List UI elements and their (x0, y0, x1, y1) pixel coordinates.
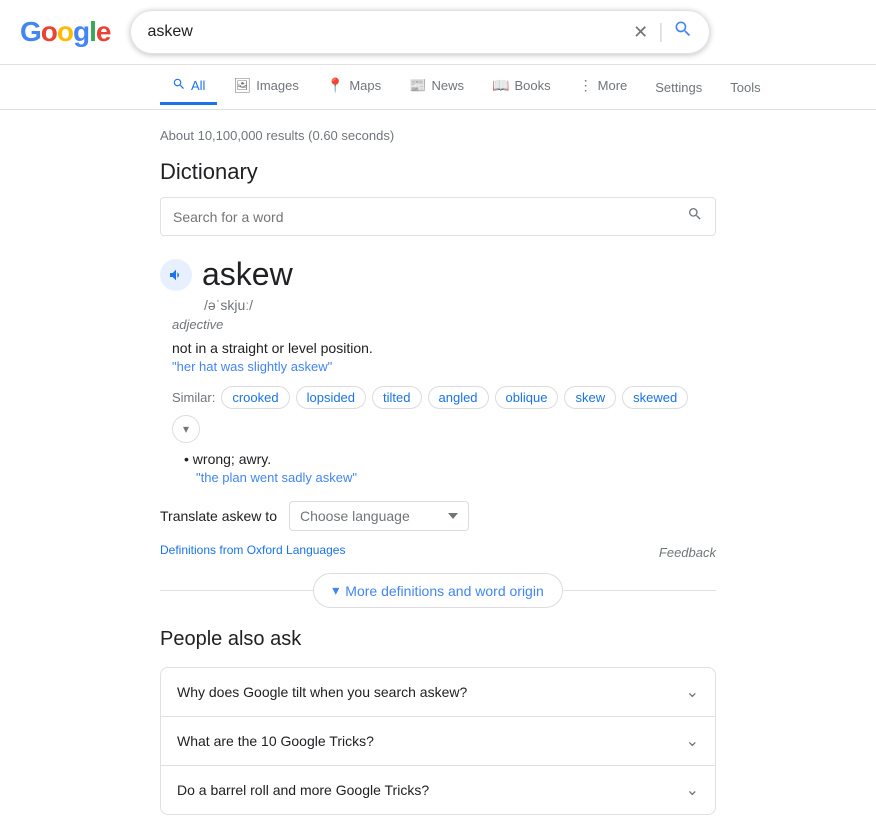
tab-images-label: Images (256, 78, 299, 93)
oxford-link[interactable]: Oxford Languages (247, 543, 346, 557)
tab-all[interactable]: All (160, 69, 217, 105)
paa-question-2[interactable]: What are the 10 Google Tricks? ⌄ (161, 717, 715, 765)
search-input[interactable]: askew (147, 23, 633, 41)
more-definitions-row: ▾ More definitions and word origin (160, 573, 716, 608)
maps-tab-icon: 📍 (327, 77, 344, 94)
word-header: askew (160, 256, 716, 293)
people-also-ask-section: People also ask Why does Google tilt whe… (160, 628, 716, 815)
paa-item-2[interactable]: What are the 10 Google Tricks? ⌄ (161, 717, 715, 766)
word-title: askew (202, 256, 293, 293)
paa-question-2-text: What are the 10 Google Tricks? (177, 733, 374, 749)
tab-books-label: Books (515, 78, 551, 93)
paa-question-1-text: Why does Google tilt when you search ask… (177, 684, 467, 700)
tab-news[interactable]: 📰 News (397, 69, 476, 105)
similar-chip-lopsided[interactable]: lopsided (296, 386, 366, 409)
images-tab-icon: 🖼 (233, 77, 251, 94)
dictionary-section: Dictionary askew /əˈskjuː/ adjective not… (160, 159, 716, 608)
tab-more-label: More (598, 78, 628, 93)
header: Google askew ✕ | (0, 0, 876, 65)
settings-link[interactable]: Settings (643, 72, 714, 103)
audio-button[interactable] (160, 259, 192, 291)
nav-tabs: All 🖼 Images 📍 Maps 📰 News 📖 Books ⋮ Mor… (0, 65, 876, 110)
attribution-row: Definitions from Oxford Languages Feedba… (160, 543, 716, 565)
logo-letter-o1: o (41, 16, 57, 47)
more-definitions-button[interactable]: ▾ More definitions and word origin (313, 573, 562, 608)
dictionary-title: Dictionary (160, 159, 716, 185)
definition-1-example: "her hat was slightly askew" (172, 359, 716, 374)
definition-2-example: "the plan went sadly askew" (196, 470, 716, 485)
dictionary-search-icon (687, 206, 703, 227)
translate-row: Translate askew to Choose language Spani… (160, 501, 716, 531)
feedback-link[interactable]: Feedback (659, 545, 716, 560)
pronunciation: /əˈskjuː/ (204, 297, 716, 313)
dictionary-search-input[interactable] (173, 209, 687, 225)
similar-words-row: Similar: crooked lopsided tilted angled … (172, 386, 716, 443)
similar-chip-oblique[interactable]: oblique (495, 386, 559, 409)
divider-icon: | (658, 21, 663, 44)
feedback-row: Feedback (659, 545, 716, 560)
definition-2-text: wrong; awry. (184, 451, 716, 467)
paa-list: Why does Google tilt when you search ask… (160, 667, 716, 815)
settings-label: Settings (655, 80, 702, 95)
clear-icon[interactable]: ✕ (633, 22, 648, 43)
definition-2: wrong; awry. "the plan went sadly askew" (184, 451, 716, 485)
logo-letter-e: e (96, 16, 111, 47)
paa-question-3-text: Do a barrel roll and more Google Tricks? (177, 782, 429, 798)
paa-question-3[interactable]: Do a barrel roll and more Google Tricks?… (161, 766, 715, 814)
tab-images[interactable]: 🖼 Images (221, 69, 310, 105)
more-defs-chevron: ▾ (332, 582, 339, 599)
tab-news-label: News (432, 78, 465, 93)
tab-all-label: All (191, 78, 205, 93)
paa-item-1[interactable]: Why does Google tilt when you search ask… (161, 668, 715, 717)
paa-chevron-1: ⌄ (686, 682, 699, 702)
definitions: not in a straight or level position. "he… (172, 340, 716, 485)
definitions-from-label: Definitions from (160, 543, 247, 557)
expand-similar-button[interactable]: ▾ (172, 415, 200, 443)
tools-label: Tools (730, 80, 760, 95)
results-count: About 10,100,000 results (0.60 seconds) (160, 128, 716, 143)
similar-chip-crooked[interactable]: crooked (221, 386, 289, 409)
similar-chip-skewed[interactable]: skewed (622, 386, 688, 409)
definition-1: not in a straight or level position. "he… (172, 340, 716, 374)
paa-item-3[interactable]: Do a barrel roll and more Google Tricks?… (161, 766, 715, 814)
search-submit-icon[interactable] (673, 19, 693, 45)
definition-1-text: not in a straight or level position. (172, 340, 716, 356)
main-content: About 10,100,000 results (0.60 seconds) … (0, 110, 876, 825)
tab-maps[interactable]: 📍 Maps (315, 69, 393, 105)
logo-letter-g: G (20, 16, 41, 47)
oxford-attribution: Definitions from Oxford Languages (160, 543, 345, 557)
all-tab-icon (172, 77, 186, 94)
more-defs-label: More definitions and word origin (345, 583, 543, 599)
nav-settings: Settings Tools (643, 72, 772, 103)
logo-letter-le: l (89, 16, 96, 47)
books-tab-icon: 📖 (492, 77, 509, 94)
news-tab-icon: 📰 (409, 77, 426, 94)
left-divider (160, 590, 313, 591)
dictionary-search-bar (160, 197, 716, 236)
google-logo[interactable]: Google (20, 16, 110, 48)
paa-chevron-2: ⌄ (686, 731, 699, 751)
tab-more[interactable]: ⋮ More (567, 69, 640, 105)
more-tab-icon: ⋮ (579, 77, 593, 94)
part-of-speech: adjective (172, 317, 716, 332)
search-icons: ✕ | (633, 19, 693, 45)
logo-letter-gl: g (73, 16, 89, 47)
paa-question-1[interactable]: Why does Google tilt when you search ask… (161, 668, 715, 716)
similar-chip-skew[interactable]: skew (564, 386, 616, 409)
tab-books[interactable]: 📖 Books (480, 69, 563, 105)
paa-chevron-3: ⌄ (686, 780, 699, 800)
tab-maps-label: Maps (349, 78, 381, 93)
similar-label: Similar: (172, 390, 215, 405)
language-select[interactable]: Choose language Spanish French German It… (289, 501, 469, 531)
search-bar: askew ✕ | (130, 10, 710, 54)
right-divider (563, 590, 716, 591)
similar-chip-angled[interactable]: angled (428, 386, 489, 409)
similar-chip-tilted[interactable]: tilted (372, 386, 421, 409)
word-entry: askew /əˈskjuː/ adjective not in a strai… (160, 256, 716, 608)
translate-label: Translate askew to (160, 508, 277, 524)
logo-letter-o2: o (57, 16, 73, 47)
paa-title: People also ask (160, 628, 716, 651)
tools-link[interactable]: Tools (718, 72, 772, 103)
